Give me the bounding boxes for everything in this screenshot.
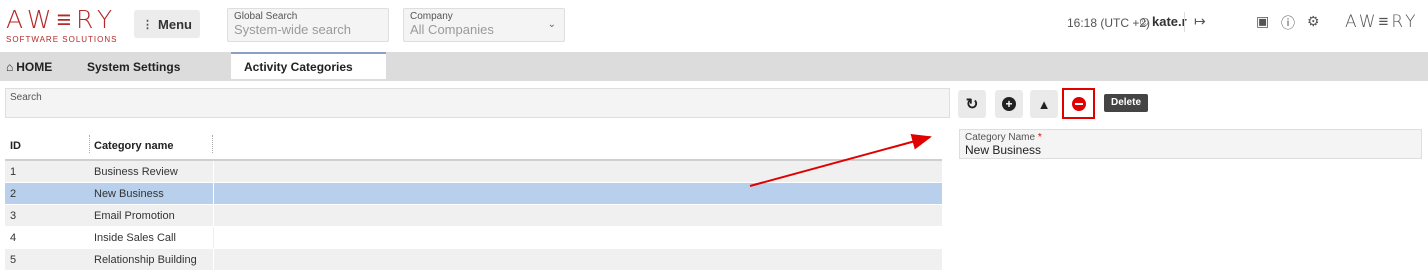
global-search-label: Global Search [234, 11, 298, 22]
logo-subtitle: SOFTWARE SOLUTIONS [6, 35, 118, 44]
category-name-label-text: Category Name [965, 132, 1036, 143]
logout-icon[interactable]: ↦ [1194, 13, 1206, 30]
cell-divider [213, 161, 214, 182]
row-id: 5 [10, 254, 17, 266]
category-name-input[interactable]: New Business [960, 143, 1421, 157]
cell-divider [213, 183, 214, 204]
cell-divider [213, 249, 214, 270]
table-row[interactable]: 1 Business Review [5, 161, 942, 183]
category-name-label: Category Name * [960, 130, 1421, 143]
required-mark: * [1037, 132, 1042, 143]
row-id: 2 [10, 188, 17, 200]
chevron-down-icon: ⌄ [547, 19, 556, 30]
table-row[interactable]: 3 Email Promotion [5, 205, 942, 227]
column-resizer[interactable] [212, 135, 213, 153]
chat-icon[interactable]: ▣ [1256, 13, 1269, 30]
clear-button[interactable]: ▲ [1030, 90, 1058, 118]
minus-circle-icon [1071, 96, 1086, 111]
eraser-icon: ▲ [1037, 96, 1051, 112]
add-button[interactable]: + [995, 90, 1023, 118]
column-header-id[interactable]: ID [10, 140, 21, 152]
cell-divider [213, 205, 214, 226]
tab-system-settings-label: System Settings [87, 59, 181, 74]
global-search-field[interactable]: Global Search System-wide search [227, 8, 389, 42]
column-resizer[interactable] [89, 135, 90, 153]
tab-activity-categories[interactable]: Activity Categories [231, 52, 386, 79]
user-name[interactable]: kate.r [1152, 14, 1187, 29]
table-row[interactable]: 5 Relationship Building [5, 249, 942, 271]
info-icon[interactable]: ⓘ [1281, 13, 1295, 33]
delete-tooltip: Delete [1104, 94, 1149, 112]
divider [1184, 12, 1185, 32]
awery-logo[interactable]: AW≡RY SOFTWARE SOLUTIONS [6, 6, 118, 45]
row-category-name: Inside Sales Call [94, 232, 176, 244]
category-name-field[interactable]: Category Name * New Business [959, 129, 1422, 159]
cell-divider [213, 227, 214, 248]
table-row[interactable]: 4 Inside Sales Call [5, 227, 942, 249]
settings-gear-icon[interactable]: ⚙ [1307, 13, 1320, 30]
menu-label: Menu [158, 16, 192, 32]
delete-button[interactable] [1062, 88, 1095, 119]
row-category-name: Relationship Building [94, 254, 197, 266]
categories-table: ID Category name 1 Business Review 2 New… [5, 129, 942, 271]
column-header-category-name[interactable]: Category name [94, 140, 173, 152]
global-search-input[interactable]: System-wide search [228, 22, 388, 37]
table-row-selected[interactable]: 2 New Business [5, 183, 942, 205]
brand-logo-right: AW≡RY [1345, 12, 1419, 32]
search-input[interactable]: Search [5, 88, 950, 118]
refresh-button[interactable]: ↻ [958, 90, 986, 118]
user-icon: ☺ [1137, 13, 1152, 29]
row-id: 1 [10, 166, 17, 178]
company-select[interactable]: Company All Companies ⌄ [403, 8, 565, 42]
row-id: 4 [10, 232, 17, 244]
tab-activity-categories-label: Activity Categories [244, 59, 353, 74]
plus-circle-icon: + [1002, 97, 1016, 111]
table-header: ID Category name [5, 129, 942, 161]
logo-text: AW≡RY [6, 5, 118, 34]
kebab-menu-icon: ⋮ [142, 18, 154, 31]
home-icon: ⌂ [6, 59, 14, 74]
tab-home[interactable]: ⌂ HOME [6, 52, 66, 81]
row-category-name: Email Promotion [94, 210, 175, 222]
tab-home-label: HOME [16, 59, 53, 74]
search-label: Search [10, 92, 42, 103]
menu-button[interactable]: ⋮ Menu [134, 10, 200, 38]
tab-system-settings[interactable]: System Settings [70, 52, 237, 81]
company-value: All Companies [410, 22, 494, 37]
row-category-name: Business Review [94, 166, 178, 178]
row-id: 3 [10, 210, 17, 222]
company-label: Company [410, 11, 453, 22]
refresh-icon: ↻ [965, 96, 979, 113]
top-bar: AW≡RY SOFTWARE SOLUTIONS ⋮ Menu Global S… [0, 0, 1428, 52]
row-category-name: New Business [94, 188, 164, 200]
